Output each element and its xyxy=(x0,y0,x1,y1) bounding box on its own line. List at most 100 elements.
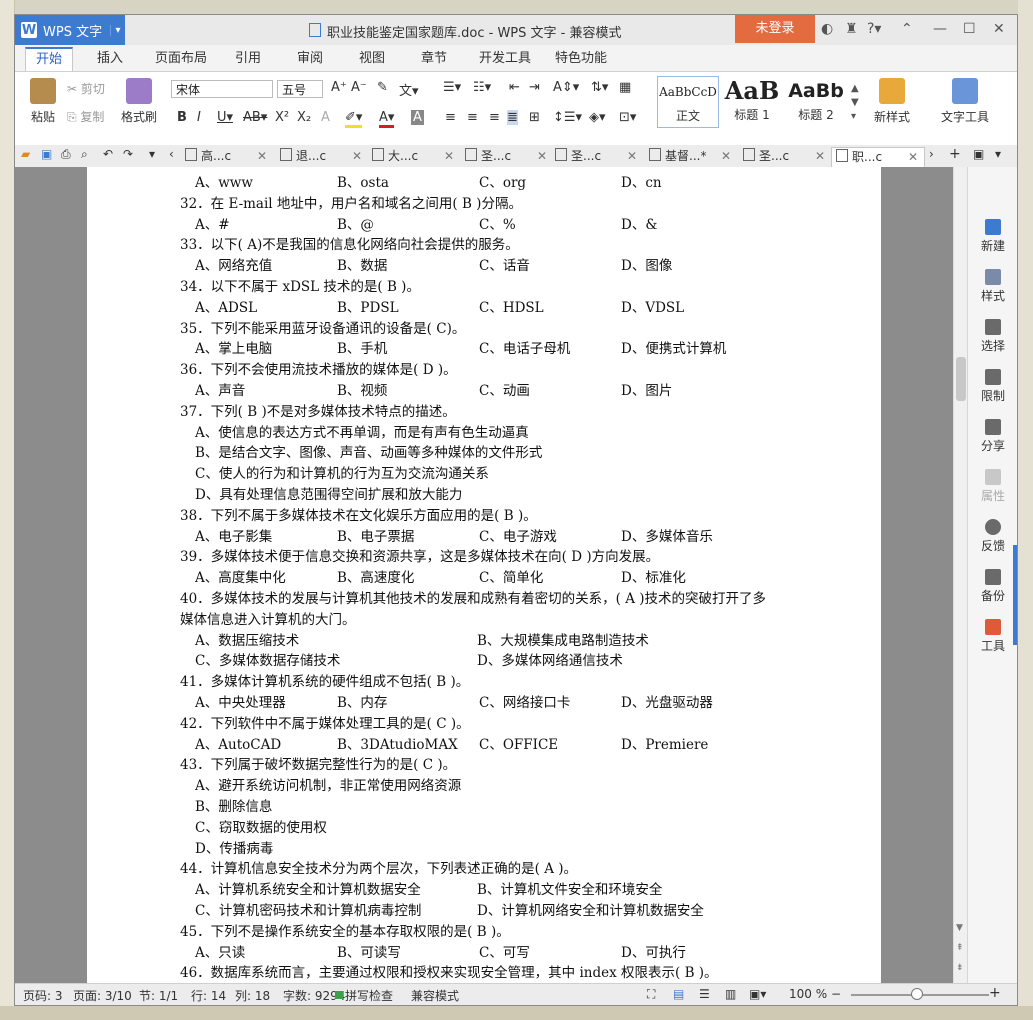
chevron-down-icon[interactable]: ▾ xyxy=(110,24,125,36)
doc-tab[interactable]: 圣...c ✕ xyxy=(743,147,825,166)
doc-tab[interactable]: 圣...c ✕ xyxy=(555,147,637,166)
numbering-icon[interactable]: ☷▾ xyxy=(473,80,491,95)
decrease-indent-icon[interactable]: ⇤ xyxy=(509,80,520,95)
panel-select[interactable]: 选择 xyxy=(968,319,1017,354)
style-scroll-icon[interactable]: ▲ ▼ ▾ xyxy=(851,82,859,124)
tabs-left-icon[interactable]: ‹ xyxy=(169,147,174,161)
page-view-icon[interactable]: ▤ xyxy=(673,987,684,1001)
tab-list-icon[interactable]: ▣ xyxy=(973,147,984,161)
panel-new[interactable]: 新建 xyxy=(968,219,1017,254)
panel-backup[interactable]: 备份 xyxy=(968,569,1017,604)
collapse-ribbon-icon[interactable]: ⌃ xyxy=(901,21,913,37)
text-direction-icon[interactable]: A⇕▾ xyxy=(553,80,579,95)
underline-icon[interactable]: U▾ xyxy=(217,110,233,125)
clear-format-icon[interactable]: ✎ xyxy=(377,80,388,95)
grow-font-icon[interactable]: A⁺ xyxy=(331,80,347,95)
tab-chapter[interactable]: 章节 xyxy=(411,48,457,70)
panel-feedback[interactable]: 反馈 xyxy=(968,519,1017,554)
close-icon[interactable]: ✕ xyxy=(993,21,1005,37)
tab-view[interactable]: 视图 xyxy=(349,48,395,70)
prev-page-icon[interactable]: ⇞ xyxy=(956,943,964,953)
status-spell[interactable]: 拼写检查 xyxy=(345,987,393,1004)
panel-style[interactable]: 样式 xyxy=(968,269,1017,304)
zoom-in-icon[interactable]: + xyxy=(989,985,1001,1001)
status-zoom[interactable]: 100 % xyxy=(789,987,827,1001)
status-pages[interactable]: 页面: 3/10 xyxy=(73,987,132,1004)
maximize-icon[interactable]: ☐ xyxy=(963,21,976,37)
align-left-icon[interactable]: ≡ xyxy=(445,110,456,125)
save-icon[interactable]: ▣ xyxy=(41,147,52,161)
close-icon[interactable]: ✕ xyxy=(815,147,825,166)
doc-tab[interactable]: 圣...c ✕ xyxy=(465,147,547,166)
style-heading1[interactable]: AaB 标题 1 xyxy=(721,76,783,128)
login-button[interactable]: 未登录 xyxy=(735,15,815,43)
close-icon[interactable]: ✕ xyxy=(908,148,918,167)
align-center-icon[interactable]: ≡ xyxy=(467,110,478,125)
open-folder-icon[interactable]: ▰ xyxy=(21,147,30,161)
doc-tab[interactable]: 基督...* ✕ xyxy=(649,147,731,166)
tab-review[interactable]: 审阅 xyxy=(287,48,333,70)
highlight-icon[interactable]: ✐▾ xyxy=(345,110,363,128)
subscript-icon[interactable]: X₂ xyxy=(297,110,311,125)
style-heading2[interactable]: AaBb 标题 2 xyxy=(785,76,847,128)
quick-access-more-icon[interactable]: ▾ xyxy=(149,147,155,161)
shrink-font-icon[interactable]: A⁻ xyxy=(351,80,367,95)
help-icon[interactable]: ?▾ xyxy=(867,21,881,37)
align-right-icon[interactable]: ≡ xyxy=(489,110,500,125)
tab-menu-icon[interactable]: ▾ xyxy=(995,147,1001,161)
fullscreen-view-icon[interactable]: ⛶ xyxy=(647,987,655,1002)
text-effect-icon[interactable]: A xyxy=(321,110,330,125)
print-icon[interactable]: ⎙ xyxy=(61,147,71,162)
paste-button[interactable]: 粘贴 xyxy=(23,78,63,125)
bullets-icon[interactable]: ☰▾ xyxy=(443,80,461,95)
tab-features[interactable]: 特色功能 xyxy=(545,48,617,70)
close-icon[interactable]: ✕ xyxy=(537,147,547,166)
doc-tab[interactable]: 退...c ✕ xyxy=(280,147,362,166)
sort-icon[interactable]: ⇅▾ xyxy=(591,80,608,95)
cut-button[interactable]: ✂ 剪切 xyxy=(67,80,105,97)
phonetic-icon[interactable]: 文▾ xyxy=(399,80,419,99)
bold-icon[interactable]: B xyxy=(177,110,187,125)
char-shading-icon[interactable]: A xyxy=(411,110,424,125)
justify-icon[interactable]: ≣ xyxy=(507,110,518,125)
document-page[interactable]: A、www B、osta C、org D、cn 32．在 E-mail 地址中，用户名和… xyxy=(87,167,881,983)
table-icon[interactable]: ▦ xyxy=(619,80,631,95)
close-icon[interactable]: ✕ xyxy=(257,147,267,166)
increase-indent-icon[interactable]: ⇥ xyxy=(529,80,540,95)
close-icon[interactable]: ✕ xyxy=(627,147,637,166)
copy-button[interactable]: ⎘ 复制 xyxy=(67,108,104,125)
doc-tab[interactable]: 高...c ✕ xyxy=(185,147,267,166)
doc-tab[interactable]: 大...c ✕ xyxy=(372,147,454,166)
border-icon[interactable]: ⊡▾ xyxy=(619,110,636,125)
redo-icon[interactable]: ↷ xyxy=(123,147,133,161)
tab-insert[interactable]: 插入 xyxy=(87,48,133,70)
panel-share[interactable]: 分享 xyxy=(968,419,1017,454)
panel-properties[interactable]: 属性 xyxy=(968,469,1017,504)
style-normal[interactable]: AaBbCcD 正文 xyxy=(657,76,719,128)
zoom-out-icon[interactable]: − xyxy=(831,987,841,1001)
reading-view-icon[interactable]: ▣▾ xyxy=(749,987,766,1001)
format-painter-button[interactable]: 格式刷 xyxy=(119,78,159,125)
panel-tools[interactable]: 工具 xyxy=(968,619,1017,654)
web-view-icon[interactable]: ▥ xyxy=(725,987,736,1001)
zoom-slider-knob[interactable] xyxy=(911,988,923,1000)
font-size-select[interactable]: 五号 xyxy=(277,80,323,98)
text-tools-button[interactable]: 文字工具 xyxy=(935,78,995,125)
shading-icon[interactable]: ◈▾ xyxy=(589,110,606,125)
tab-references[interactable]: 引用 xyxy=(225,48,271,70)
strikethrough-icon[interactable]: AB▾ xyxy=(243,110,267,125)
tab-page-layout[interactable]: 页面布局 xyxy=(145,48,217,70)
tabs-right-icon[interactable]: › xyxy=(929,147,934,161)
font-name-select[interactable]: 宋体 xyxy=(171,80,273,98)
distribute-icon[interactable]: ⊞ xyxy=(529,110,540,125)
close-icon[interactable]: ✕ xyxy=(721,147,731,166)
undo-icon[interactable]: ↶ xyxy=(103,147,113,161)
scrollbar-thumb[interactable] xyxy=(956,357,966,401)
skin-icon[interactable]: ◐ xyxy=(821,21,833,37)
new-style-button[interactable]: 新样式 xyxy=(867,78,917,125)
tab-home[interactable]: 开始 xyxy=(25,47,74,71)
scroll-down-icon[interactable]: ▼ xyxy=(956,923,963,933)
italic-icon[interactable]: I xyxy=(197,110,201,125)
shirt-icon[interactable]: ♜ xyxy=(845,21,858,37)
minimize-icon[interactable]: — xyxy=(933,21,947,37)
